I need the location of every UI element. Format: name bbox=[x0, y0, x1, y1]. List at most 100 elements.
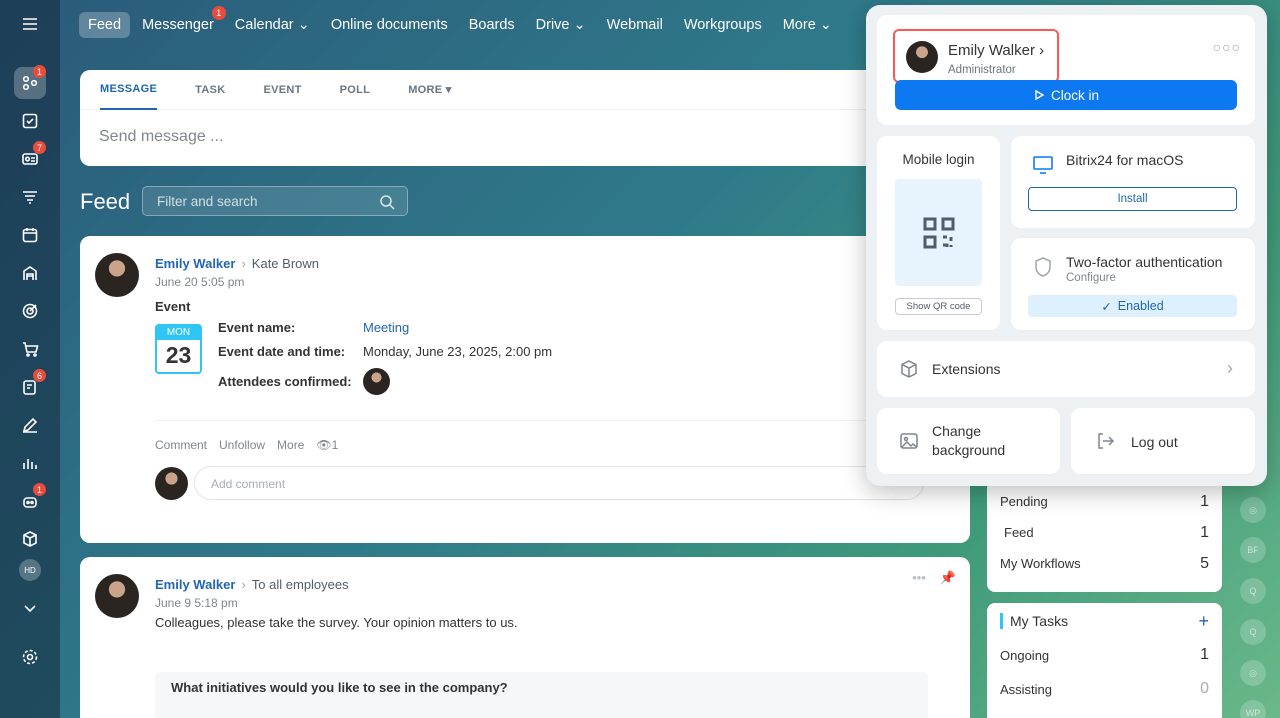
change-background-button[interactable]: Change background bbox=[877, 408, 1060, 474]
nav-more[interactable]: More ⌄ bbox=[774, 12, 841, 38]
comment-input[interactable]: Add comment bbox=[194, 466, 924, 500]
post-type: Event bbox=[155, 299, 191, 314]
avatar[interactable] bbox=[95, 253, 139, 297]
chat-icon[interactable]: 1 bbox=[14, 65, 46, 99]
two-factor-configure[interactable]: Configure bbox=[1066, 272, 1116, 284]
contacts-icon[interactable]: 7 bbox=[14, 141, 46, 175]
tasks-badge: 6 bbox=[33, 369, 46, 382]
contacts-badge: 7 bbox=[33, 141, 46, 154]
feed-post-survey: Emily Walker › To all employees June 9 5:1… bbox=[80, 557, 970, 718]
tab-more-label: MORE bbox=[408, 83, 443, 96]
nav-webmail[interactable]: Webmail bbox=[598, 12, 672, 38]
post-header: Emily Walker › To all employees bbox=[155, 577, 349, 592]
my-tasks-header: My Tasks + bbox=[987, 604, 1222, 638]
calendar-icon[interactable] bbox=[14, 219, 46, 251]
strip-avatar[interactable]: Q bbox=[1240, 578, 1266, 604]
unfollow-link[interactable]: Unfollow bbox=[219, 438, 265, 452]
survey-question: What initiatives would you like to see i… bbox=[155, 672, 928, 718]
extensions-row[interactable]: Extensions › bbox=[877, 341, 1255, 397]
event-date-row: Event date and time: Monday, June 23, 202… bbox=[218, 344, 552, 359]
chevron-right-icon: › bbox=[1227, 358, 1233, 378]
nav-messenger-label: Messenger bbox=[142, 17, 214, 33]
pen-icon[interactable] bbox=[14, 409, 46, 441]
avatar[interactable] bbox=[95, 574, 139, 618]
add-task-icon[interactable]: + bbox=[1198, 611, 1209, 632]
tasks-edit-icon[interactable]: 6 bbox=[14, 369, 46, 403]
more-link[interactable]: More bbox=[277, 438, 304, 452]
checkbox-icon[interactable] bbox=[14, 105, 46, 137]
chat-badge: 1 bbox=[33, 65, 46, 78]
clock-in-label: Clock in bbox=[1050, 87, 1099, 103]
tab-task[interactable]: TASK bbox=[195, 70, 225, 110]
activity-icon[interactable]: ◎ bbox=[1240, 497, 1266, 523]
views-counter: 👁1 bbox=[316, 438, 338, 452]
workflow-row-my[interactable]: My Workflows 5 bbox=[987, 548, 1222, 579]
row-label: Ongoing bbox=[1000, 647, 1050, 663]
nav-feed[interactable]: Feed bbox=[79, 12, 131, 38]
tab-message[interactable]: MESSAGE bbox=[100, 70, 158, 110]
tab-more[interactable]: MORE ▾ bbox=[408, 70, 451, 110]
chevron-down-icon[interactable] bbox=[14, 592, 46, 624]
clock-in-button[interactable]: Clock in bbox=[895, 80, 1237, 110]
avatar-initials[interactable]: HD bbox=[14, 554, 46, 586]
show-qr-button[interactable]: Show QR code bbox=[895, 298, 982, 315]
tab-event[interactable]: EVENT bbox=[263, 70, 301, 110]
post-author[interactable]: Emily Walker bbox=[155, 256, 235, 271]
post-author[interactable]: Emily Walker bbox=[155, 577, 235, 592]
tab-poll[interactable]: POLL bbox=[340, 70, 371, 110]
chevron-right-icon: › bbox=[241, 256, 246, 271]
more-dots-icon[interactable]: ••• bbox=[912, 570, 926, 586]
nav-online-documents[interactable]: Online documents bbox=[322, 12, 457, 38]
post-recipient[interactable]: Kate Brown bbox=[252, 256, 319, 271]
divider bbox=[155, 420, 925, 421]
warehouse-icon[interactable] bbox=[14, 257, 46, 289]
nav-drive[interactable]: Drive ⌄ bbox=[527, 12, 595, 38]
views-count: 1 bbox=[331, 438, 339, 452]
bar-chart-icon[interactable] bbox=[14, 447, 46, 479]
filter-search-input[interactable]: Filter and search bbox=[142, 186, 408, 216]
event-name-row: Event name: Meeting bbox=[218, 320, 409, 335]
enabled-label: Enabled bbox=[1117, 299, 1164, 313]
row-label: My Workflows bbox=[1000, 556, 1081, 571]
nav-boards[interactable]: Boards bbox=[460, 12, 524, 38]
more-dots-icon[interactable]: ○○○ bbox=[1213, 39, 1241, 55]
log-out-label: Log out bbox=[1131, 434, 1178, 450]
comment-link[interactable]: Comment bbox=[155, 438, 207, 452]
event-name-link[interactable]: Meeting bbox=[363, 320, 409, 335]
pin-icon[interactable]: 📌 bbox=[940, 570, 956, 586]
avatar bbox=[906, 41, 938, 73]
robot-icon[interactable]: 1 bbox=[14, 483, 46, 517]
nav-calendar[interactable]: Calendar ⌄ bbox=[226, 12, 319, 38]
post-actions: Comment Unfollow More 👁1 bbox=[155, 438, 338, 452]
workflow-row-pending[interactable]: Pending 1 bbox=[987, 486, 1222, 517]
log-out-button[interactable]: Log out bbox=[1071, 408, 1255, 474]
user-profile-link[interactable]: Emily Walker › Administrator bbox=[893, 29, 1059, 83]
cart-icon[interactable] bbox=[14, 333, 46, 365]
install-button[interactable]: Install bbox=[1028, 187, 1237, 211]
target-icon[interactable] bbox=[14, 295, 46, 327]
workflow-row-feed[interactable]: Feed 1 bbox=[987, 517, 1222, 548]
strip-avatar[interactable]: BF bbox=[1240, 537, 1266, 563]
nav-workgroups[interactable]: Workgroups bbox=[675, 12, 771, 38]
enabled-status-button[interactable]: ✓ Enabled bbox=[1028, 295, 1237, 317]
attendee-avatar[interactable] bbox=[363, 368, 390, 395]
box-icon[interactable] bbox=[14, 523, 46, 555]
message-input[interactable]: Send message ... bbox=[80, 110, 970, 164]
strip-avatar[interactable]: Q bbox=[1240, 619, 1266, 645]
settings-icon[interactable] bbox=[14, 641, 46, 673]
event-name-label: Event name: bbox=[218, 320, 296, 335]
post-recipient[interactable]: To all employees bbox=[252, 577, 349, 592]
task-row-ongoing[interactable]: Ongoing 1 bbox=[987, 638, 1222, 672]
post-date: June 9 5:18 pm bbox=[155, 596, 238, 610]
workflows-card: Pending 1 Feed 1 My Workflows 5 bbox=[987, 480, 1222, 592]
extensions-label: Extensions bbox=[932, 361, 1001, 377]
strip-avatar[interactable]: WP bbox=[1240, 700, 1266, 718]
task-row-assisting[interactable]: Assisting 0 bbox=[987, 672, 1222, 706]
menu-icon[interactable] bbox=[14, 8, 46, 40]
search-icon[interactable] bbox=[379, 194, 395, 210]
row-value: 1 bbox=[1200, 523, 1209, 541]
funnel-icon[interactable] bbox=[14, 181, 46, 213]
activity-icon[interactable]: ◎ bbox=[1240, 660, 1266, 686]
box-icon bbox=[901, 360, 917, 378]
nav-messenger[interactable]: Messenger 1 bbox=[133, 6, 226, 38]
